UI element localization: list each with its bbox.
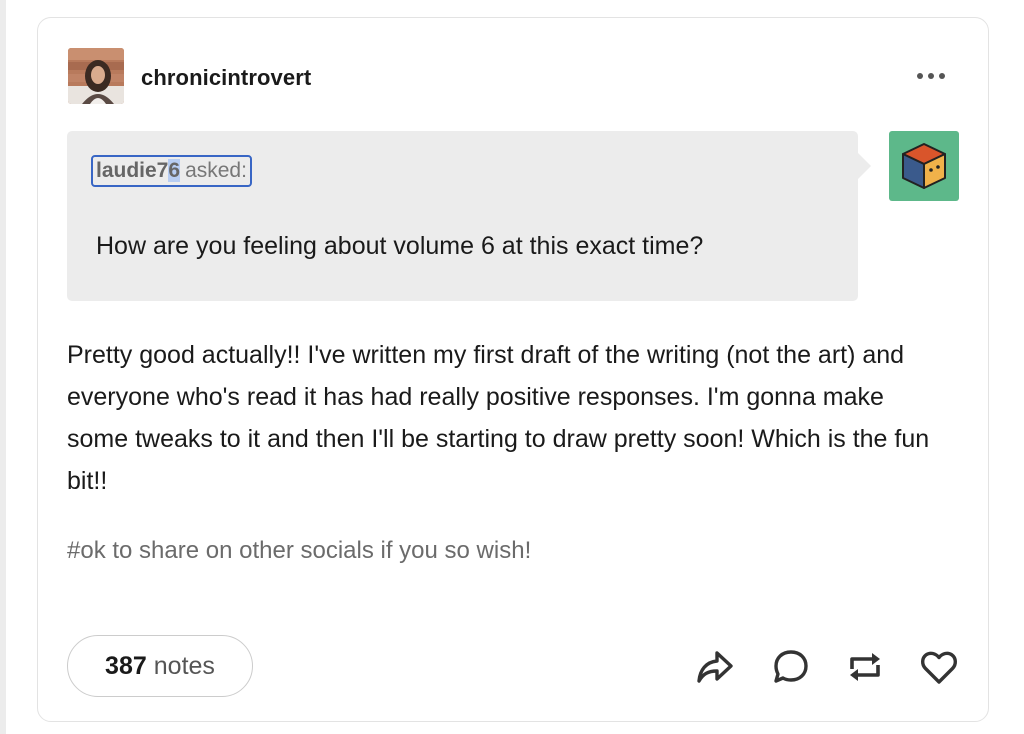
more-options-icon-dot bbox=[939, 73, 945, 79]
user-avatar[interactable] bbox=[68, 48, 124, 104]
reply-button[interactable] bbox=[769, 645, 813, 689]
ask-bubble: laudie76 asked: How are you feeling abou… bbox=[67, 131, 871, 301]
reblog-icon bbox=[850, 653, 880, 681]
reply-icon bbox=[774, 650, 808, 683]
asker-username-link[interactable]: laudie76 bbox=[96, 159, 181, 183]
like-button[interactable] bbox=[917, 645, 961, 689]
reblog-button[interactable] bbox=[843, 645, 887, 689]
more-options-button[interactable] bbox=[906, 64, 956, 88]
notes-label: notes bbox=[153, 651, 215, 680]
cube-avatar-icon bbox=[902, 143, 946, 189]
share-icon bbox=[697, 651, 733, 683]
post-tag[interactable]: #ok to share on other socials if you so … bbox=[67, 537, 531, 565]
asker-username-selected-text: 6 bbox=[168, 159, 181, 182]
notes-count: 387 bbox=[105, 651, 147, 680]
asked-label: asked: bbox=[185, 159, 247, 182]
asker-line: laudie76 asked: bbox=[91, 155, 252, 187]
asker-avatar[interactable] bbox=[889, 131, 959, 201]
post-author-username[interactable]: chronicintrovert bbox=[141, 65, 311, 91]
ask-question-text: How are you feeling about volume 6 at th… bbox=[96, 232, 704, 260]
more-options-icon-dot bbox=[928, 73, 934, 79]
share-button[interactable] bbox=[693, 645, 737, 689]
post-card: chronicintrovert laudie76 asked: How are… bbox=[37, 17, 989, 722]
more-options-icon-dot bbox=[917, 73, 923, 79]
asker-username-prefix: laudie7 bbox=[96, 159, 169, 182]
answer-text: Pretty good actually!! I've written my f… bbox=[67, 341, 930, 495]
notes-button[interactable]: 387 notes bbox=[67, 635, 253, 697]
heart-icon bbox=[921, 651, 957, 684]
